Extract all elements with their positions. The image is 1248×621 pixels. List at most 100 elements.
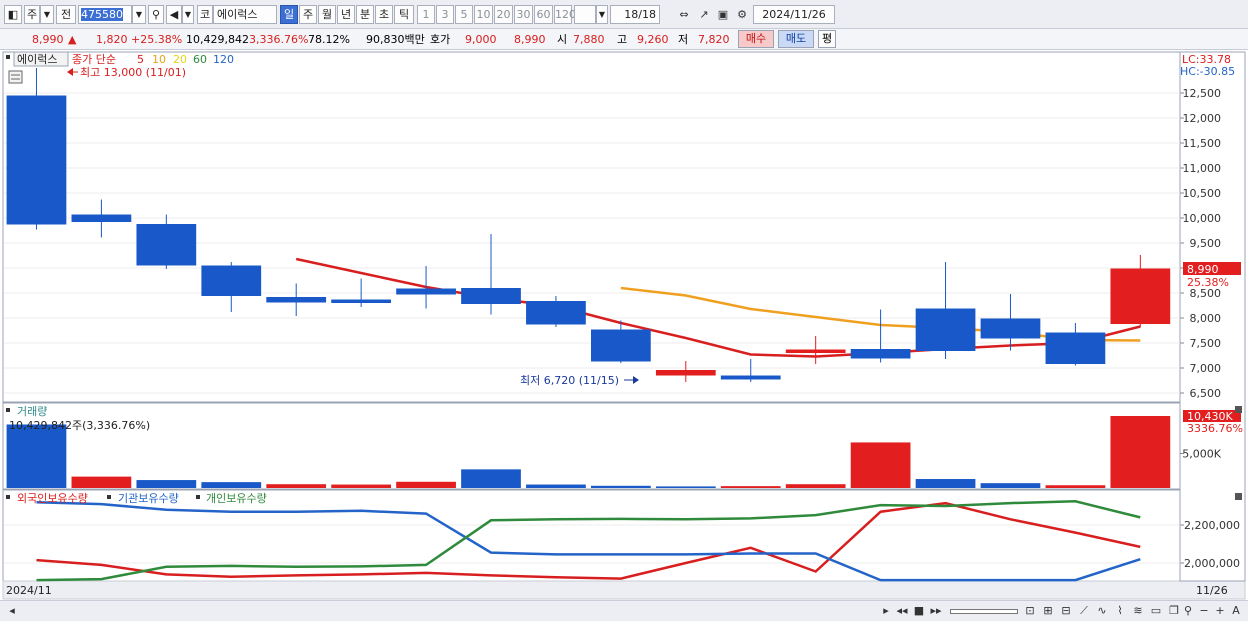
mult-120[interactable]: 120 — [554, 5, 576, 24]
hoga-label: 호가 — [430, 33, 451, 46]
volume-tag-pct: 3336.76% — [1187, 422, 1243, 435]
mult-5[interactable]: 5 — [455, 5, 473, 24]
magnifier-icon[interactable]: ⚲ — [1180, 601, 1196, 620]
volume-bar — [785, 484, 846, 488]
holdings-pane-handle-icon[interactable] — [6, 495, 10, 499]
period-type-select[interactable]: 주 — [24, 5, 40, 24]
count-display[interactable]: 18/18 — [610, 5, 660, 24]
price-tick-label: 12,000 — [1183, 112, 1222, 125]
toolbar: ◧ 주 ▼ 전 475580 ▼ ⚲ ◀ ▼ 코 에이럭스 일 주 월 년 분 … — [0, 0, 1248, 29]
plus-icon[interactable]: + — [1212, 601, 1228, 620]
chart-menu-icon[interactable]: ◧ — [4, 5, 22, 24]
candle-body — [201, 265, 262, 296]
mult-10[interactable]: 10 — [474, 5, 493, 24]
code-value: 475580 — [81, 8, 123, 21]
x-axis-end: 11/26 — [1196, 584, 1228, 597]
volume-bar — [720, 486, 781, 488]
mult-20[interactable]: 20 — [494, 5, 513, 24]
stop-icon[interactable]: ■ — [911, 601, 927, 620]
price-tick-label: 8,000 — [1190, 312, 1222, 325]
price-tick-label: 10,500 — [1183, 187, 1222, 200]
holdings-tick-label: 2,200,000 — [1184, 519, 1240, 532]
layout-icon[interactable]: ⊡ — [1022, 601, 1038, 620]
open-label: 시 — [557, 33, 568, 46]
ma20-legend: 20 — [173, 53, 187, 66]
sell-button[interactable]: 매도 — [778, 30, 814, 48]
stock-name-field[interactable]: 에이럭스 — [213, 5, 277, 24]
period-minute[interactable]: 분 — [356, 5, 374, 24]
chart-area[interactable]: 12,500 12,000 11,500 11,000 10,500 10,000 9,50… — [0, 51, 1248, 600]
speaker-icon[interactable]: ◀ — [166, 5, 182, 24]
mult-30[interactable]: 30 — [514, 5, 533, 24]
box-icon[interactable]: ▭ — [1148, 601, 1164, 620]
volume-pane-close-icon[interactable] — [1235, 406, 1242, 413]
high-annotation-text: 최고 13,000 (11/01) — [80, 66, 186, 79]
period-week[interactable]: 주 — [299, 5, 317, 24]
holdings-tick-label: 2,000,000 — [1184, 557, 1240, 570]
period-day[interactable]: 일 — [280, 5, 298, 24]
volume-bar — [1110, 416, 1171, 488]
search-icon[interactable]: ⚲ — [148, 5, 164, 24]
volume-value: 10,429,842 — [186, 33, 249, 46]
mult-3[interactable]: 3 — [436, 5, 454, 24]
zoom-out-icon[interactable]: ⇔ — [676, 5, 692, 24]
code-input[interactable]: 475580 — [78, 5, 132, 24]
volume-pane-handle-icon[interactable] — [6, 408, 10, 412]
volume-bar — [526, 484, 586, 488]
eval-button[interactable]: 평 — [818, 30, 836, 48]
unit-select[interactable] — [574, 5, 596, 24]
grid-icon[interactable]: ⊟ — [1058, 601, 1074, 620]
candle-body — [720, 375, 781, 380]
institution-legend-handle-icon[interactable] — [107, 495, 111, 499]
scroll-left-icon[interactable]: ◂ — [4, 601, 20, 620]
volume-bar — [850, 442, 911, 488]
save-icon[interactable]: ▣ — [715, 5, 731, 24]
individual-legend-handle-icon[interactable] — [196, 495, 200, 499]
candle-body — [850, 349, 911, 359]
high-value: 9,260 — [637, 33, 669, 46]
prev-button[interactable]: 전 — [56, 5, 76, 24]
price-tick-label: 11,000 — [1183, 162, 1222, 175]
font-size-icon[interactable]: A — [1228, 601, 1244, 620]
draw-line-icon[interactable]: ⟋ — [1076, 601, 1092, 620]
period-second[interactable]: 초 — [375, 5, 393, 24]
fib-icon[interactable]: ≋ — [1130, 601, 1146, 620]
zoom-slider[interactable] — [950, 609, 1018, 614]
unit-dropdown-icon[interactable]: ▼ — [596, 5, 608, 24]
draw-tool-icon[interactable]: ↗ — [696, 5, 712, 24]
trend-icon[interactable]: ∿ — [1094, 601, 1110, 620]
institution-holding-legend: 기관보유수량 — [118, 492, 179, 505]
calculator-icon[interactable] — [8, 70, 23, 84]
volume-bar — [71, 476, 132, 488]
volume-bar — [915, 479, 976, 488]
candle-body — [1110, 268, 1171, 324]
hoga-value: 9,000 — [465, 33, 497, 46]
minus-icon[interactable]: − — [1196, 601, 1212, 620]
date-field[interactable]: 2024/11/26 — [753, 5, 835, 24]
code-dropdown-icon[interactable]: ▼ — [132, 5, 146, 24]
ma120-legend: 120 — [213, 53, 234, 66]
mult-60[interactable]: 60 — [534, 5, 553, 24]
price-change: 1,820 — [96, 33, 128, 46]
chevron-down-icon[interactable]: ▼ — [40, 5, 54, 24]
period-year[interactable]: 년 — [337, 5, 355, 24]
split-icon[interactable]: ⊞ — [1040, 601, 1056, 620]
speaker-dropdown-icon[interactable]: ▼ — [182, 5, 194, 24]
volume-info: 10,429,842주(3,336.76%) — [9, 419, 150, 432]
scroll-right-icon[interactable]: ▸ — [878, 601, 894, 620]
candle-body — [331, 299, 392, 303]
gear-icon[interactable]: ⚙ — [734, 5, 750, 24]
period-month[interactable]: 월 — [318, 5, 336, 24]
pane-handle-icon[interactable] — [6, 55, 10, 59]
stock-chart[interactable]: 12,500 12,000 11,500 11,000 10,500 10,000 9,50… — [0, 51, 1248, 600]
wave-icon[interactable]: ⌇ — [1112, 601, 1128, 620]
mult-1[interactable]: 1 — [417, 5, 435, 24]
current-price: 8,990 — [32, 33, 64, 46]
buy-button[interactable]: 매수 — [738, 30, 774, 48]
low-value: 7,820 — [698, 33, 730, 46]
rewind-icon[interactable]: ◂◂ — [894, 601, 910, 620]
fast-forward-icon[interactable]: ▸▸ — [928, 601, 944, 620]
candle-body — [266, 297, 327, 303]
period-tick[interactable]: 틱 — [394, 5, 414, 24]
holdings-pane-close-icon[interactable] — [1235, 493, 1242, 500]
